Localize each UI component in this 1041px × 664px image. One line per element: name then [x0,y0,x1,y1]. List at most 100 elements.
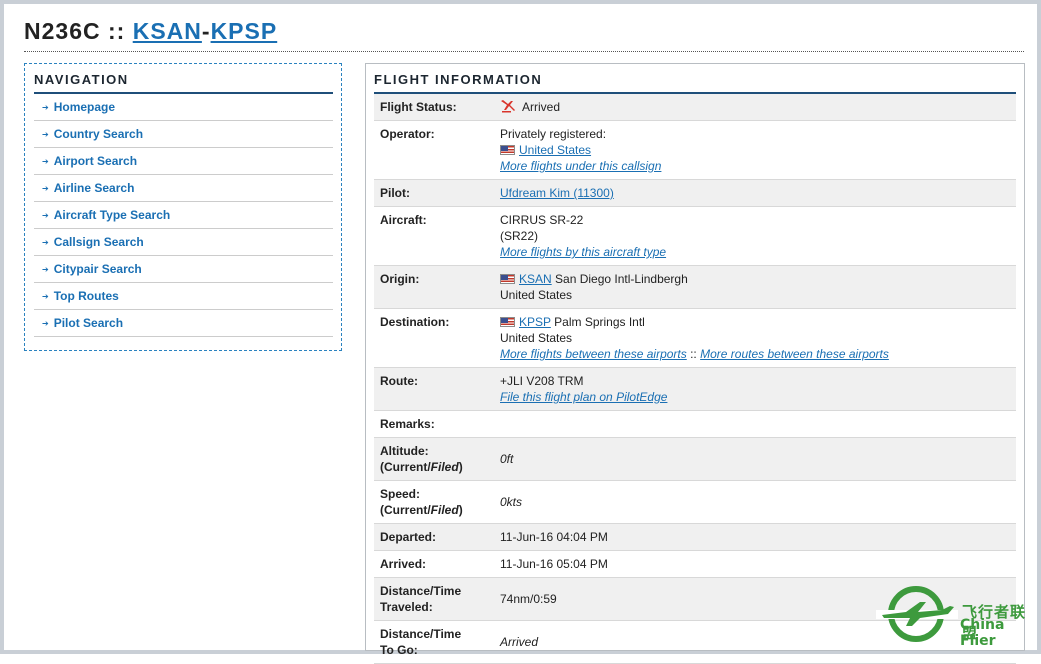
field-label: Departed: [380,530,437,544]
arrow-right-icon: ➔ [42,318,49,328]
destination-country: United States [500,331,573,345]
origin-airport-link[interactable]: KSAN [133,18,202,44]
nav-link[interactable]: Callsign Search [54,235,144,249]
watermark-en-text: China Flier [960,617,1005,649]
arrow-right-icon: ➔ [42,156,49,166]
row-departed: Departed: 11-Jun-16 04:04 PM [374,523,1016,551]
us-flag-icon [500,274,515,284]
field-label: Arrived: [380,557,427,571]
row-altitude: Altitude: (Current/Filed) 0ft [374,437,1016,481]
nav-link[interactable]: Homepage [54,100,115,114]
field-label: Pilot: [380,186,410,200]
navigation-list: ➔ Homepage ➔ Country Search ➔ Airport Searc… [34,94,333,337]
aircraft-code: (SR22) [500,229,539,243]
origin-country: United States [500,288,573,302]
nav-item-callsign-search[interactable]: ➔ Callsign Search [34,229,333,256]
nav-link[interactable]: Airport Search [54,154,137,168]
row-operator: Operator: Privately registered: United S… [374,120,1016,180]
departed-value: 11-Jun-16 04:04 PM [500,530,608,544]
pilot-link[interactable]: Ufdream Kim (11300) [500,186,614,200]
row-route: Route: +JLI V208 TRM File this flight pl… [374,367,1016,411]
to-go-label-line1: Distance/Time [380,627,462,641]
field-label: Altitude: (Current/Filed) [380,438,500,480]
destination-name: Palm Springs Intl [550,315,645,329]
more-flights-airports-link[interactable]: More flights between these airports [500,347,687,361]
nav-item-citypair-search[interactable]: ➔ Citypair Search [34,256,333,283]
row-arrived: Arrived: 11-Jun-16 05:04 PM [374,550,1016,578]
field-label: Operator: [380,127,435,141]
link-separator: :: [686,347,701,361]
arrow-right-icon: ➔ [42,129,49,139]
navigation-heading: NAVIGATION [34,72,333,94]
nav-link[interactable]: Citypair Search [54,262,142,276]
nav-item-country-search[interactable]: ➔ Country Search [34,121,333,148]
destination-airport-link[interactable]: KPSP [211,18,278,44]
arrow-right-icon: ➔ [42,264,49,274]
navigation-panel: NAVIGATION ➔ Homepage ➔ Country Search ➔ Ai… [24,63,342,351]
title-dash: - [201,18,211,44]
arrived-value: 11-Jun-16 05:04 PM [500,557,608,571]
more-flights-aircraft-link[interactable]: More flights by this aircraft type [500,245,666,259]
to-go-label-line2: To Go: [380,643,418,657]
nav-item-top-routes[interactable]: ➔ Top Routes [34,283,333,310]
title-separator: :: [100,18,133,44]
arrow-right-icon: ➔ [42,102,49,112]
operator-country-link[interactable]: United States [519,143,591,157]
field-label: Distance/Time To Go: [380,621,500,663]
speed-label-close: ) [458,503,463,517]
flight-status-value: Arrived [522,100,561,114]
china-flier-logo-icon [876,586,958,642]
speed-filed-label: Filed [430,503,459,517]
destination-code-link[interactable]: KPSP [519,315,551,329]
origin-name: San Diego Intl-Lindbergh [551,272,688,286]
file-flight-plan-link[interactable]: File this flight plan on PilotEdge [500,390,667,404]
row-origin: Origin: KSAN San Diego Intl-Lindbergh Un… [374,265,1016,309]
arrow-right-icon: ➔ [42,210,49,220]
altitude-value: 0ft [500,452,514,466]
altitude-current-label: (Current/ [380,460,431,474]
us-flag-icon [500,145,515,155]
speed-label: Speed: [380,487,421,501]
route-value: +JLI V208 TRM [500,374,584,388]
nav-link[interactable]: Aircraft Type Search [54,208,171,222]
field-label: Route: [380,374,418,388]
traveled-label-line1: Distance/Time [380,584,462,598]
altitude-filed-label: Filed [430,460,459,474]
origin-code-link[interactable]: KSAN [519,272,552,286]
speed-value: 0kts [500,495,523,509]
altitude-label: Altitude: [380,444,429,458]
aircraft-name: CIRRUS SR-22 [500,213,584,227]
nav-item-homepage[interactable]: ➔ Homepage [34,94,333,121]
flight-information-panel: FLIGHT INFORMATION Flight Status: Arrive… [365,63,1025,664]
row-aircraft: Aircraft: CIRRUS SR-22 (SR22) More fligh… [374,206,1016,266]
operator-registration: Privately registered: [500,127,607,141]
row-speed: Speed: (Current/Filed) 0kts [374,480,1016,524]
page-header: N236C :: KSAN-KPSP [24,14,1024,52]
arrow-right-icon: ➔ [42,291,49,301]
nav-item-aircraft-type-search[interactable]: ➔ Aircraft Type Search [34,202,333,229]
more-routes-airports-link[interactable]: More routes between these airports [700,347,889,361]
page-title: N236C :: KSAN-KPSP [24,14,1024,48]
nav-link[interactable]: Pilot Search [54,316,123,330]
to-go-value: Arrived [500,635,539,649]
nav-link[interactable]: Airline Search [54,181,135,195]
speed-current-label: (Current/ [380,503,431,517]
field-label: Distance/Time Traveled: [380,578,500,620]
arrow-right-icon: ➔ [42,183,49,193]
field-label: Origin: [380,272,420,286]
flight-information-table: Flight Status: Arrived Operator: Private… [374,94,1016,664]
nav-item-airport-search[interactable]: ➔ Airport Search [34,148,333,175]
nav-link[interactable]: Top Routes [54,289,119,303]
china-flier-watermark: 飞行者联盟 China Flier [876,584,1041,649]
more-flights-callsign-link[interactable]: More flights under this callsign [500,159,661,173]
field-label: Aircraft: [380,213,427,227]
nav-link[interactable]: Country Search [54,127,143,141]
flight-information-heading: FLIGHT INFORMATION [374,72,1016,94]
nav-item-pilot-search[interactable]: ➔ Pilot Search [34,310,333,337]
remarks-value [500,411,1016,421]
row-pilot: Pilot: Ufdream Kim (11300) [374,179,1016,207]
row-destination: Destination: KPSP Palm Springs Intl Unit… [374,308,1016,368]
nav-item-airline-search[interactable]: ➔ Airline Search [34,175,333,202]
field-label: Speed: (Current/Filed) [380,481,500,523]
arrived-plane-icon [501,100,515,113]
